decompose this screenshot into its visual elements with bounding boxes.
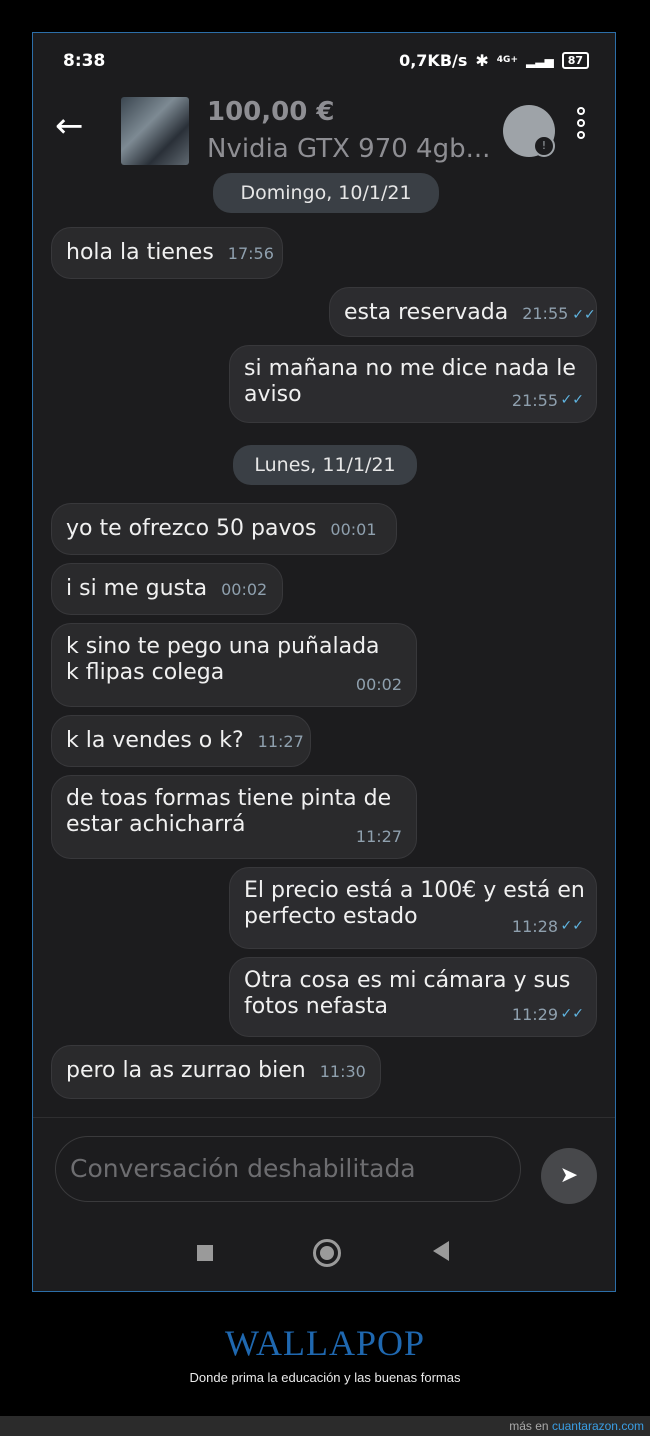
message-text: k sino te pego una puñalada k flipas col… bbox=[66, 634, 380, 685]
message-time: 11:27 bbox=[257, 732, 304, 751]
received-message[interactable]: yo te ofrezco 50 pavos 00:01 bbox=[51, 503, 397, 555]
received-message[interactable]: de toas formas tiene pinta de estar achi… bbox=[51, 775, 417, 859]
caption: WALLAPOP Donde prima la educación y las … bbox=[0, 1322, 650, 1385]
nav-back-icon[interactable] bbox=[433, 1241, 449, 1261]
message-time: 11:27 bbox=[355, 827, 402, 846]
item-title[interactable]: Nvidia GTX 970 4gb... bbox=[207, 134, 490, 164]
message-time: 21:55 bbox=[522, 304, 569, 323]
date-separator: Lunes, 11/1/21 bbox=[233, 445, 417, 485]
battery-icon: 87 bbox=[561, 52, 589, 69]
read-ticks-icon: ✓✓ bbox=[560, 392, 584, 408]
message-text: k la vendes o k? bbox=[66, 728, 244, 753]
send-button[interactable]: ➤ bbox=[541, 1148, 597, 1204]
message-text: esta reservada bbox=[344, 300, 509, 325]
bluetooth-icon: ✱ bbox=[475, 51, 489, 70]
message-time: 00:02 bbox=[221, 580, 268, 599]
sent-message[interactable]: Otra cosa es mi cámara y sus fotos nefas… bbox=[229, 957, 597, 1037]
received-message[interactable]: k la vendes o k? 11:27 bbox=[51, 715, 311, 767]
recents-icon[interactable] bbox=[197, 1245, 213, 1261]
phone-screen: 8:38 0,7KB/s ✱ 4G+ ▂▃▅ 87 ← 100,00 € Nvi… bbox=[32, 32, 616, 1292]
message-text: i si me gusta bbox=[66, 576, 208, 601]
message-time: 17:56 bbox=[227, 244, 274, 263]
home-icon[interactable] bbox=[313, 1239, 341, 1267]
signal-icon: ▂▃▅ bbox=[526, 53, 554, 68]
caption-title: WALLAPOP bbox=[224, 1323, 425, 1363]
message-time: 11:28 bbox=[511, 917, 558, 936]
received-message[interactable]: pero la as zurrao bien 11:30 bbox=[51, 1045, 381, 1099]
message-time: 00:02 bbox=[355, 675, 402, 694]
message-time: 00:01 bbox=[330, 520, 377, 539]
received-message[interactable]: hola la tienes 17:56 bbox=[51, 227, 283, 279]
status-time: 8:38 bbox=[63, 51, 106, 71]
chat-area[interactable]: Domingo, 10/1/21 Lunes, 11/1/21 hola la … bbox=[33, 173, 615, 1117]
info-icon: ! bbox=[533, 135, 555, 157]
read-ticks-icon: ✓✓ bbox=[572, 307, 596, 323]
message-time: 11:29 bbox=[511, 1005, 558, 1024]
caption-subtitle: Donde prima la educación y las buenas fo… bbox=[189, 1370, 461, 1385]
sent-message[interactable]: esta reservada 21:55 ✓✓ bbox=[329, 287, 597, 337]
network-speed: 0,7KB/s bbox=[399, 51, 468, 70]
item-thumbnail[interactable] bbox=[121, 97, 189, 165]
read-ticks-icon: ✓✓ bbox=[560, 918, 584, 934]
footer-prefix: más en bbox=[509, 1419, 549, 1433]
footer-link[interactable]: cuantarazon.com bbox=[552, 1419, 644, 1433]
received-message[interactable]: k sino te pego una puñalada k flipas col… bbox=[51, 623, 417, 707]
message-text: de toas formas tiene pinta de estar achi… bbox=[66, 786, 392, 837]
status-bar: 8:38 0,7KB/s ✱ 4G+ ▂▃▅ 87 bbox=[33, 33, 615, 89]
send-icon: ➤ bbox=[559, 1163, 579, 1188]
read-ticks-icon: ✓✓ bbox=[560, 1006, 584, 1022]
status-indicators: 0,7KB/s ✱ 4G+ ▂▃▅ 87 bbox=[399, 51, 589, 70]
footer: más en cuantarazon.com bbox=[0, 1416, 650, 1436]
back-arrow-icon[interactable]: ← bbox=[55, 109, 84, 143]
date-separator: Domingo, 10/1/21 bbox=[213, 173, 439, 213]
message-input[interactable]: Conversación deshabilitada bbox=[55, 1136, 521, 1202]
android-nav-bar bbox=[33, 1227, 615, 1291]
more-options-icon[interactable] bbox=[573, 107, 589, 151]
sent-message[interactable]: El precio está a 100€ y está en perfecto… bbox=[229, 867, 597, 949]
message-text: hola la tienes bbox=[66, 240, 214, 265]
input-bar: Conversación deshabilitada ➤ bbox=[33, 1117, 615, 1228]
item-price: 100,00 € bbox=[207, 97, 335, 127]
sent-message[interactable]: si mañana no me dice nada le aviso 21:55 ✓… bbox=[229, 345, 597, 423]
signal-label: 4G+ bbox=[496, 55, 518, 65]
message-time: 21:55 bbox=[511, 391, 558, 410]
message-time: 11:30 bbox=[319, 1062, 366, 1081]
message-text: pero la as zurrao bien bbox=[66, 1058, 306, 1083]
message-text: yo te ofrezco 50 pavos bbox=[66, 516, 317, 541]
received-message[interactable]: i si me gusta 00:02 bbox=[51, 563, 283, 615]
chat-header: ← 100,00 € Nvidia GTX 970 4gb... ! bbox=[33, 89, 615, 179]
